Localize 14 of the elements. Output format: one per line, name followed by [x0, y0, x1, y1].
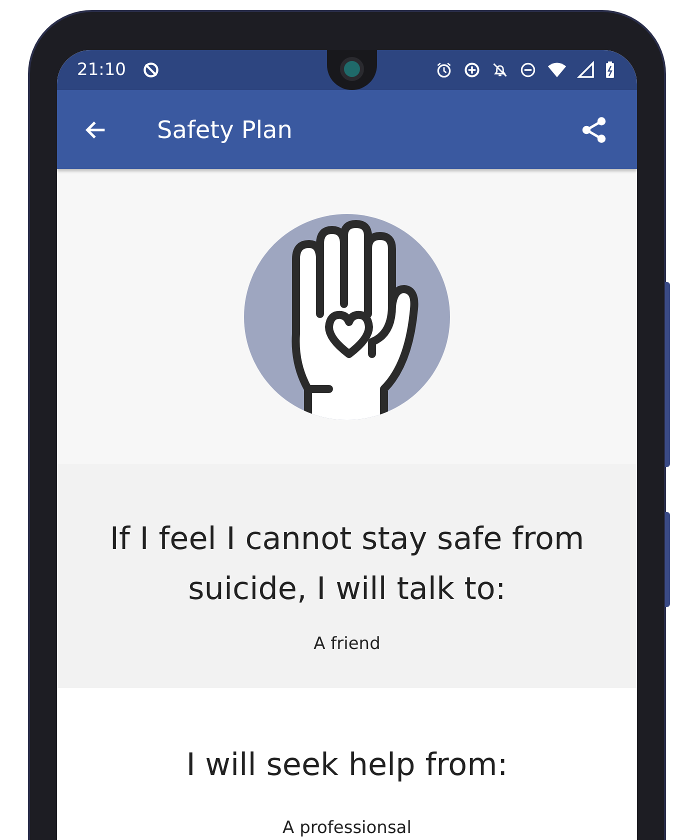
battery-icon: [605, 61, 615, 79]
section-answer: A friend: [312, 634, 382, 654]
section-heading: I will seek help from:: [185, 746, 509, 785]
section-answer: A professionsal: [282, 818, 412, 838]
signal-icon: [577, 61, 595, 79]
data-saver-icon: [463, 61, 481, 79]
section-heading: If I feel I cannot stay safe from suicide, I will talk to:: [108, 520, 586, 609]
notifications-off-icon: [491, 61, 509, 79]
alarm-icon: [435, 61, 453, 79]
wifi-icon: [547, 61, 567, 79]
app-title: Safety Plan: [157, 116, 294, 144]
camera-notch: [327, 50, 377, 90]
status-time: 21:10: [77, 60, 126, 80]
do-not-disturb-icon: [519, 61, 537, 79]
